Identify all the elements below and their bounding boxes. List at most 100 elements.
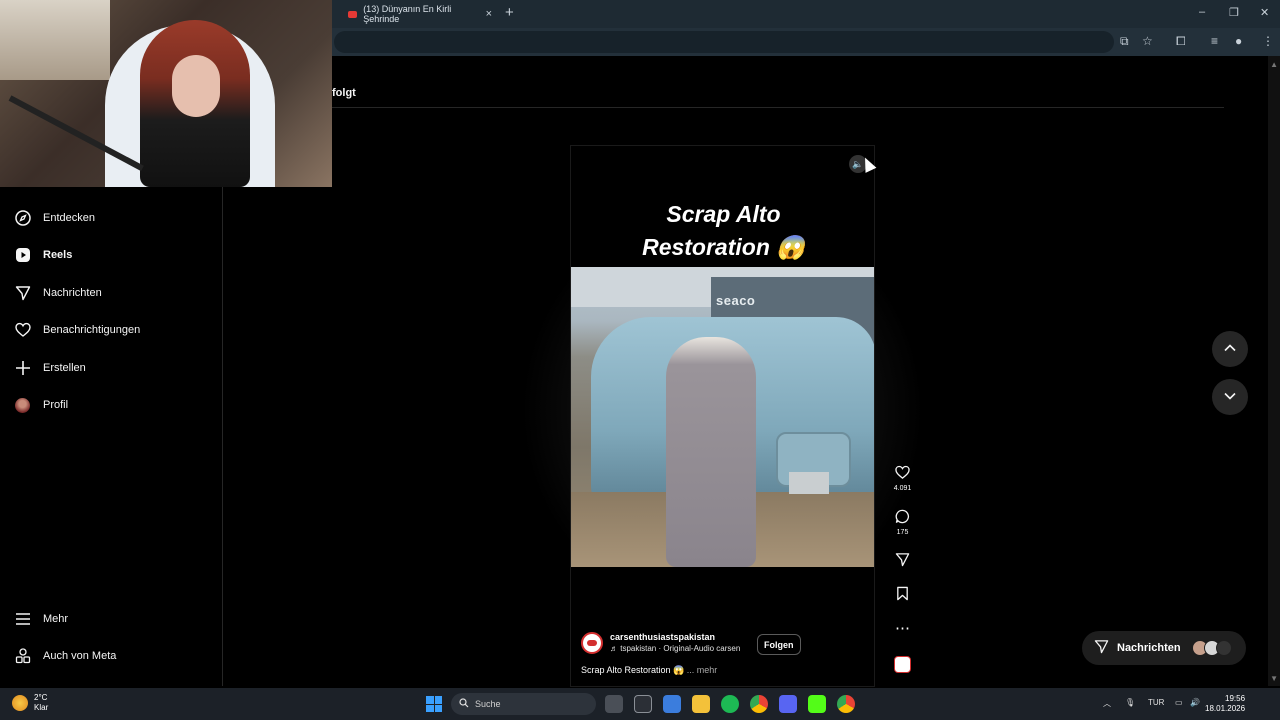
sidebar-item-benachrichtigungen[interactable]: Benachrichtigungen	[14, 317, 140, 343]
search-icon	[459, 698, 469, 710]
webcam-overlay	[0, 0, 332, 187]
sidebar-item-erstellen[interactable]: Erstellen	[14, 355, 86, 381]
reel-caption-text: Scrap Alto Restoration 😱	[581, 665, 685, 675]
scroll-down-icon[interactable]: ▼	[1270, 674, 1278, 683]
audio-avatar[interactable]	[894, 656, 911, 673]
language-indicator[interactable]: TUR	[1148, 698, 1164, 707]
youtube-icon	[348, 10, 358, 18]
clock-date: 18.01.2026	[1205, 704, 1246, 713]
bookmark-icon	[890, 586, 915, 606]
kick-icon[interactable]	[808, 695, 826, 713]
previous-reel-button[interactable]	[1212, 331, 1248, 367]
chrome-icon[interactable]	[750, 695, 768, 713]
sidebar-item-label: Benachrichtigungen	[43, 324, 141, 336]
new-tab-button[interactable]: +	[505, 4, 514, 21]
search-label: Suche	[475, 699, 501, 709]
address-bar[interactable]	[334, 31, 1114, 53]
like-count: 4.091	[893, 485, 912, 492]
reel-audio[interactable]: ♬ tspakistan · Original-Audio carsen	[610, 644, 745, 653]
reels-icon	[14, 247, 31, 264]
send-icon	[1094, 639, 1109, 657]
send-icon	[890, 552, 915, 572]
menu-icon	[14, 611, 31, 628]
volume-icon[interactable]: 🔊	[1190, 698, 1200, 707]
sidebar-item-profil[interactable]: Profil	[14, 392, 68, 418]
messages-label: Nachrichten	[1117, 642, 1181, 654]
sidebar-item-reels[interactable]: Reels	[14, 242, 72, 268]
save-button[interactable]	[890, 586, 915, 606]
sidebar-item-auch-von-meta[interactable]: Auch von Meta	[14, 643, 116, 669]
meta-icon	[14, 648, 31, 665]
share-button[interactable]	[890, 552, 915, 572]
app-icon[interactable]	[634, 695, 652, 713]
reel-title-line1: Scrap Alto	[666, 201, 781, 227]
taskbar-search[interactable]: Suche	[451, 693, 596, 715]
profile-icon[interactable]: ●	[1235, 34, 1242, 48]
reel-player[interactable]: Scrap Alto Restoration 😱 seaco 🔈 carsent…	[570, 145, 875, 687]
reel-username[interactable]: carsenthusiastspakistan	[610, 632, 715, 642]
like-button[interactable]: 4.091	[890, 465, 915, 492]
followed-label[interactable]: folgt	[332, 87, 356, 99]
sidebar-item-label: Mehr	[43, 613, 69, 625]
minimize-button[interactable]: –	[1199, 6, 1205, 18]
reel-title-line2: Restoration 😱	[642, 234, 805, 260]
send-icon	[14, 285, 31, 302]
chevron-down-icon	[1223, 389, 1237, 406]
heart-icon	[890, 465, 915, 485]
sidebar-item-entdecken[interactable]: Entdecken	[14, 205, 95, 231]
avatar-icon	[14, 397, 31, 414]
sidebar-item-mehr[interactable]: Mehr	[14, 606, 68, 632]
clock-time: 19:56	[1225, 694, 1246, 703]
browser-tab[interactable]: (13) Dünyanın En Kirli Şehrinde ×	[340, 3, 500, 25]
comment-button[interactable]: 175	[890, 509, 915, 536]
media-control-icon[interactable]: ≡	[1211, 34, 1218, 48]
network-icon[interactable]: ▭	[1175, 698, 1183, 707]
copilot-icon[interactable]	[663, 695, 681, 713]
weather-temp: 2°C	[34, 693, 48, 702]
avatar	[1216, 640, 1232, 656]
windows-taskbar: 2°C Klar Suche ︿ 🎙 TUR ▭ 🔊 19:56 18.01.2…	[0, 688, 1280, 720]
bookmark-star-icon[interactable]: ☆	[1142, 34, 1153, 48]
close-window-button[interactable]: ✕	[1260, 6, 1269, 19]
browser-menu-icon[interactable]: ⋮	[1262, 34, 1274, 48]
scroll-up-icon[interactable]: ▲	[1270, 60, 1278, 69]
messages-pill[interactable]: Nachrichten	[1082, 631, 1246, 665]
compass-icon	[14, 210, 31, 227]
reel-title: Scrap Alto Restoration 😱	[571, 198, 874, 264]
start-button[interactable]	[426, 696, 442, 712]
file-explorer-icon[interactable]	[692, 695, 710, 713]
comment-icon	[890, 509, 915, 529]
webcam-face	[172, 55, 220, 117]
reel-video[interactable]: seaco	[571, 267, 874, 567]
next-reel-button[interactable]	[1212, 379, 1248, 415]
tab-close-icon[interactable]: ×	[486, 8, 492, 20]
task-view-icon[interactable]	[605, 695, 623, 713]
follow-button[interactable]: Folgen	[757, 634, 801, 655]
microphone-icon[interactable]: 🎙	[1125, 698, 1135, 707]
clock[interactable]: 19:56 18.01.2026	[1205, 694, 1245, 714]
weather-widget[interactable]: 2°C Klar	[12, 693, 48, 713]
tray-chevron-icon[interactable]: ︿	[1103, 698, 1111, 709]
reel-caption-more[interactable]: ... mehr	[687, 665, 718, 675]
sidebar-item-label: Nachrichten	[43, 287, 102, 299]
page-scrollbar[interactable]: ▲ ▼	[1268, 56, 1280, 686]
video-license-plate	[789, 472, 829, 494]
messages-avatars	[1192, 640, 1232, 656]
extensions-icon[interactable]: ⧠	[1176, 34, 1186, 49]
plus-icon	[14, 360, 31, 377]
webcam-background	[0, 0, 110, 80]
sidebar-item-label: Entdecken	[43, 212, 95, 224]
more-options-button[interactable]: ⋯	[890, 620, 915, 638]
header-divider	[332, 107, 1224, 108]
ellipsis-icon: ⋯	[895, 620, 910, 637]
discord-icon[interactable]	[779, 695, 797, 713]
tab-title: (13) Dünyanın En Kirli Şehrinde	[363, 4, 452, 24]
chrome-active-icon[interactable]	[837, 695, 855, 713]
spotify-icon[interactable]	[721, 695, 739, 713]
cast-icon[interactable]: ⧉	[1120, 34, 1129, 49]
reel-author-avatar[interactable]	[581, 632, 603, 654]
heart-icon	[14, 322, 31, 339]
comment-count: 175	[896, 529, 909, 536]
sidebar-item-nachrichten[interactable]: Nachrichten	[14, 280, 102, 306]
restore-button[interactable]: ❐	[1229, 6, 1239, 19]
